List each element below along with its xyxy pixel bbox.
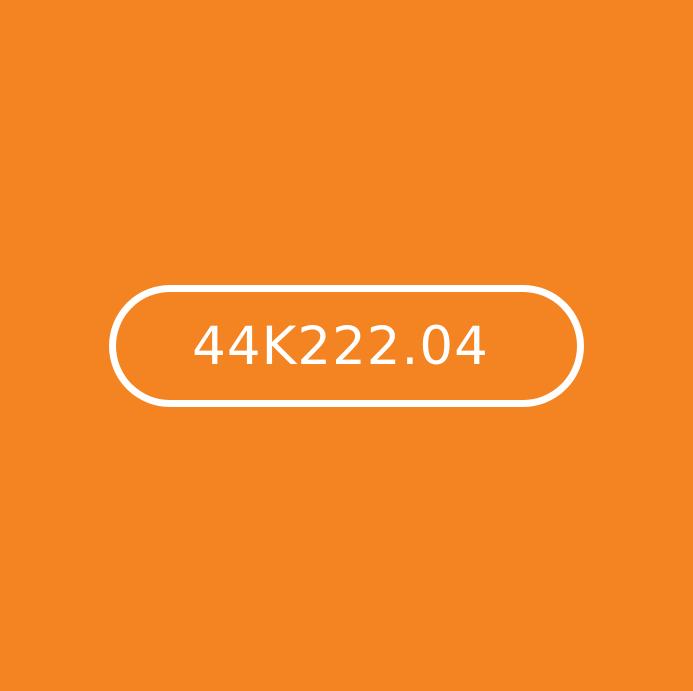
plate-number: 44K222.04 bbox=[192, 315, 489, 377]
background: { "plate": { "text": "44K222.04" }, "col… bbox=[0, 0, 693, 691]
license-plate-badge: 44K222.04 bbox=[109, 285, 584, 407]
